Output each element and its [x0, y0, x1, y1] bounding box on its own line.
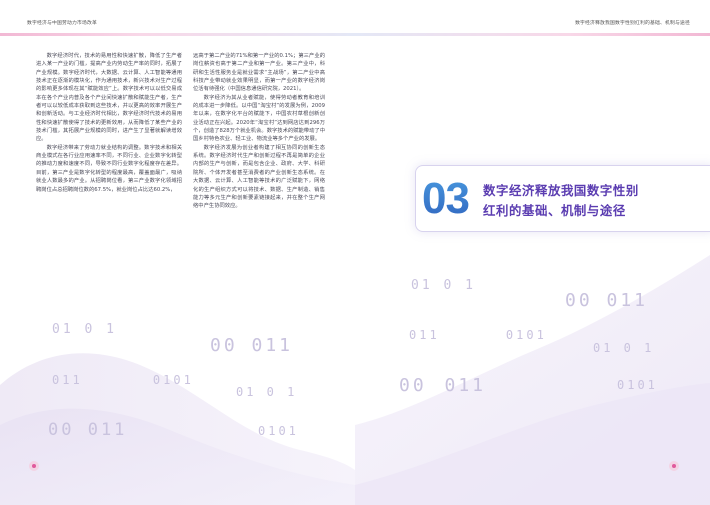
binary-decoration: 01 0 1	[593, 341, 655, 355]
right-page: 数字经济释放我国数字性别红利的基础、机制与途径 01 0 1 00 011 01…	[355, 0, 710, 505]
text-column-2: 远高于第二产业的71%和第一产业的0.1%；第三产业的岗位薪资也高于第二产业和第…	[193, 52, 325, 211]
running-header: 数字经济释放我国数字性别红利的基础、机制与途径	[575, 21, 690, 26]
binary-decoration: 011 0101	[52, 373, 194, 387]
binary-decoration: 01 0 1	[52, 322, 117, 337]
paragraph: 数字经济发展为创业者构建了相互协同的创新生态系统。数字经济时代生产和创新过程不再…	[193, 144, 325, 210]
binary-decoration: 0101	[617, 378, 658, 392]
paragraph: 数字经济时代，技术的易用性和快速扩散，降低了生产者进入某一产业的门槛，提高产业内…	[36, 53, 182, 143]
text-column-1: 数字经济时代，技术的易用性和快速扩散，降低了生产者进入某一产业的门槛，提高产业内…	[36, 52, 182, 194]
chapter-number: 03	[422, 172, 470, 226]
binary-decoration: 01 0 1	[411, 278, 476, 293]
page-marker	[29, 461, 39, 471]
chapter-title: 数字经济释放我国数字性别 红利的基础、机制与途径	[483, 181, 639, 221]
running-header: 数字经济与中国劳动力市场改革	[27, 21, 97, 26]
paragraph: 数字经济为其从业者赋能，使得劳动者教育和培训的成本进一步降低。以中国“淘宝村”的…	[193, 94, 325, 143]
binary-decoration: 00 011	[399, 375, 487, 396]
left-page: 数字经济与中国劳动力市场改革 数字经济时代，技术的易用性和快速扩散，降低了生产者…	[0, 0, 355, 505]
binary-decoration: 00 011	[565, 290, 649, 311]
header-rule	[0, 33, 355, 36]
page-marker-dot	[32, 464, 36, 468]
header-rule	[355, 33, 710, 36]
binary-decoration: 01 0 1	[236, 385, 298, 399]
binary-decoration: 00 011	[210, 335, 294, 356]
binary-decoration: 011 0101	[409, 328, 547, 342]
page-marker	[669, 461, 679, 471]
chapter-title-line: 红利的基础、机制与途径	[483, 203, 626, 218]
paragraph: 远高于第二产业的71%和第一产业的0.1%；第三产业的岗位薪资也高于第二产业和第…	[193, 53, 325, 93]
chapter-title-line: 数字经济释放我国数字性别	[483, 183, 639, 198]
binary-decoration: 0101	[258, 424, 299, 438]
chapter-title-card: 03 数字经济释放我国数字性别 红利的基础、机制与途径	[415, 165, 710, 232]
binary-decoration: 00 011	[48, 420, 128, 440]
page-marker-dot	[672, 464, 676, 468]
paragraph: 数字经济带来了劳动力就业结构的调整。数字技术和相关商业模式在各行业应用速率不同，…	[36, 144, 182, 193]
